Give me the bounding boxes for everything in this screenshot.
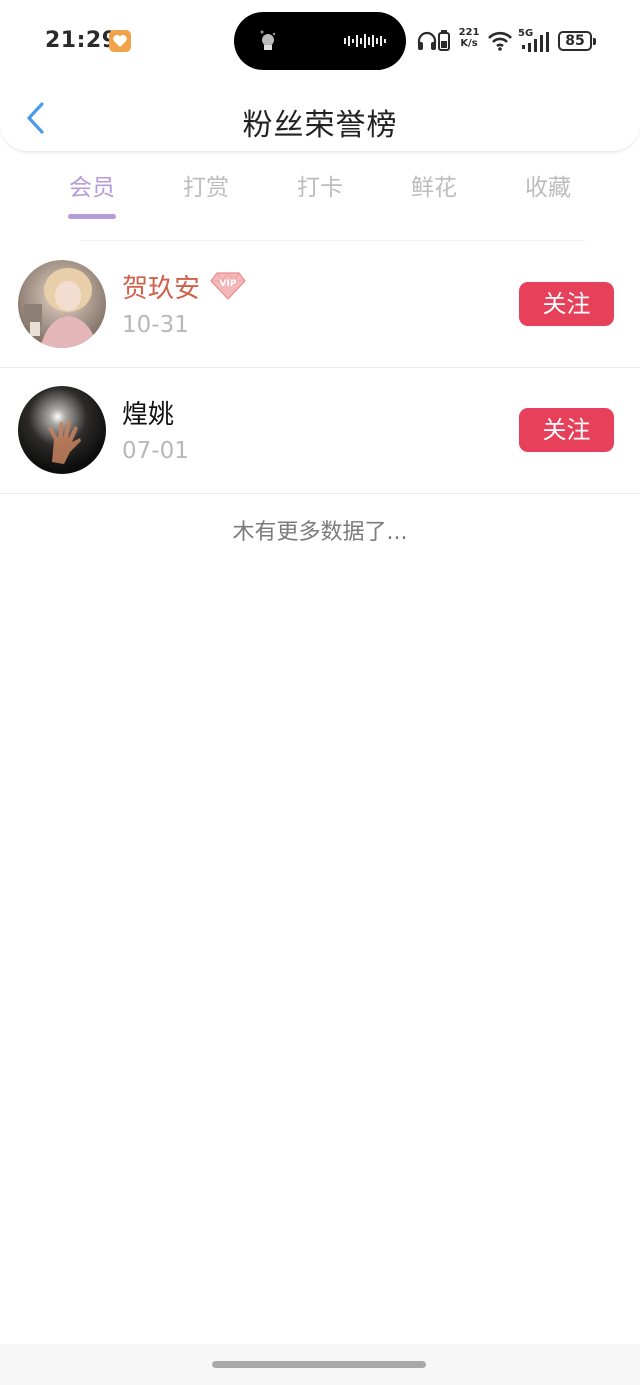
fan-name: 煌姚 xyxy=(122,400,175,430)
heart-icon xyxy=(109,30,131,52)
status-bar: 21:29 221 K/s 5G 85 xyxy=(0,0,640,82)
net-speed-unit: K/s xyxy=(460,38,478,49)
battery-indicator: 85 xyxy=(558,31,596,51)
audio-wave-icon xyxy=(344,34,386,48)
bottom-bar xyxy=(0,1344,640,1385)
tab-checkin[interactable]: 打卡 xyxy=(263,168,377,224)
fan-name: 贺玖安 xyxy=(122,274,201,304)
wifi-icon xyxy=(488,31,512,51)
header: 21:29 221 K/s 5G 85 粉丝荣誉榜 xyxy=(0,0,640,152)
tab-bar: 会员 打赏 打卡 鲜花 收藏 xyxy=(35,168,605,224)
tab-member[interactable]: 会员 xyxy=(35,168,149,224)
headphones-icon xyxy=(417,31,437,50)
no-more-data-text: 木有更多数据了... xyxy=(232,520,408,545)
list-item[interactable]: 贺玖安 VIP 10-31 关注 xyxy=(0,242,640,368)
follow-button[interactable]: 关注 xyxy=(519,408,614,452)
net-speed: 221 K/s xyxy=(457,27,481,49)
net-speed-value: 221 xyxy=(458,27,480,38)
list-item[interactable]: 煌姚 07-01 关注 xyxy=(0,368,640,494)
follow-button[interactable]: 关注 xyxy=(519,282,614,326)
status-icons: 221 K/s 5G 85 xyxy=(414,27,604,54)
signal-icon xyxy=(522,32,549,52)
fan-list: 贺玖安 VIP 10-31 关注 煌姚 07-01 关注 xyxy=(0,242,640,494)
home-indicator[interactable] xyxy=(212,1361,426,1368)
page-title: 粉丝荣誉榜 xyxy=(242,108,398,143)
vip-badge-text: VIP xyxy=(220,279,237,289)
fan-date: 07-01 xyxy=(122,438,189,464)
tab-reward[interactable]: 打赏 xyxy=(149,168,263,224)
tab-flowers[interactable]: 鲜花 xyxy=(377,168,491,224)
music-thumbnail-icon xyxy=(260,30,276,50)
battery-small-icon xyxy=(438,30,450,51)
tab-favorites[interactable]: 收藏 xyxy=(491,168,605,224)
tabs-divider xyxy=(80,240,585,241)
status-time: 21:29 xyxy=(45,28,118,53)
avatar[interactable] xyxy=(18,260,106,348)
avatar[interactable] xyxy=(18,386,106,474)
app-screen: 21:29 221 K/s 5G 85 粉丝荣誉榜 会员 打赏 打卡 鲜花 收藏… xyxy=(0,0,640,1385)
dynamic-island xyxy=(234,12,406,70)
fan-date: 10-31 xyxy=(122,312,189,338)
vip-badge-icon: VIP xyxy=(210,272,246,300)
